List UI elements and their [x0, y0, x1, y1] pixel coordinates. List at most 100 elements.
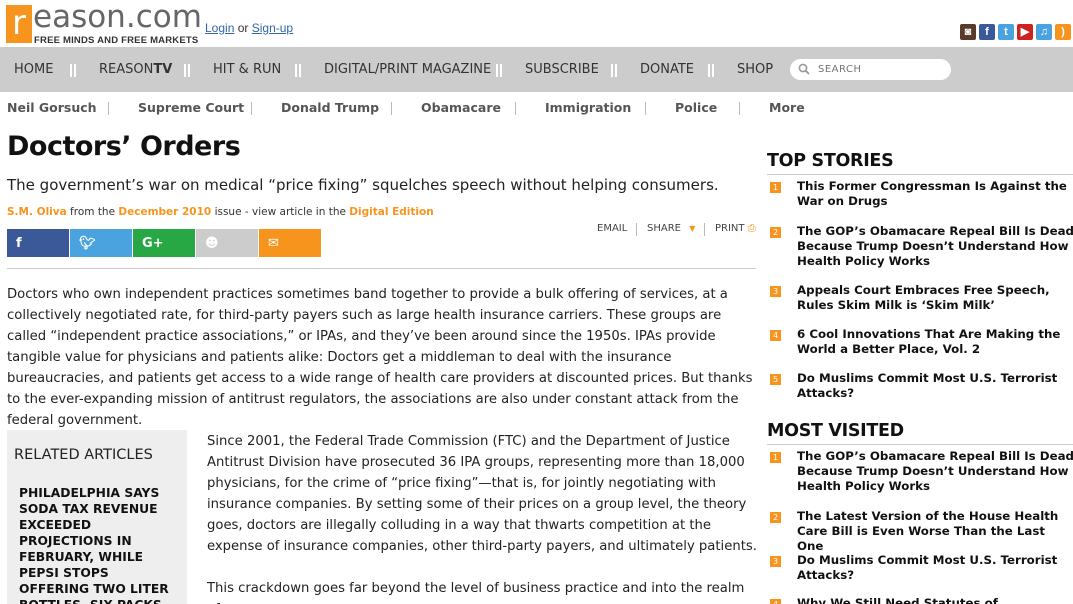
share-bar: f 🐦︎ G+ ☻ ✉ — [7, 229, 322, 257]
nav-magazine[interactable]: DIGITAL/PRINT MAGAZINE — [324, 47, 491, 92]
article-paragraph: Doctors who own independent practices so… — [7, 287, 753, 428]
share-tool[interactable]: SHARE ▼ — [647, 223, 695, 234]
nav-divider — [611, 64, 617, 77]
search-icon — [798, 63, 810, 75]
topic-link[interactable]: Supreme Court — [138, 100, 244, 115]
topic-divider — [251, 102, 252, 115]
logo-letter: r — [6, 5, 32, 43]
story-title[interactable]: The GOP’s Obamacare Repeal Bill Is Dead … — [797, 449, 1073, 494]
envelope-icon: ✉ — [268, 235, 279, 251]
topic-link[interactable]: Donald Trump — [281, 100, 379, 115]
sidebar-divider — [767, 444, 1073, 445]
story-title[interactable]: 6 Cool Innovations That Are Making the W… — [797, 327, 1073, 357]
topic-divider — [391, 102, 392, 115]
nav-divider — [295, 64, 301, 77]
byline: S.M. Oliva from the December 2010 issue … — [7, 206, 434, 218]
search-input[interactable] — [818, 62, 943, 77]
story-title[interactable]: Do Muslims Commit Most U.S. Terrorist At… — [797, 371, 1073, 401]
story-title[interactable]: Appeals Court Embraces Free Speech, Rule… — [797, 283, 1073, 313]
twitter-icon: 🐦︎ — [79, 235, 96, 251]
story-rank: 3 — [770, 286, 781, 297]
itunes-icon[interactable]: ♫ — [1036, 24, 1052, 40]
digital-edition-link[interactable]: Digital Edition — [349, 206, 433, 218]
article-paragraph: Since 2001, the Federal Trade Commission… — [207, 434, 757, 554]
story-title[interactable]: The Latest Version of the House Health C… — [797, 509, 1073, 554]
story-title[interactable]: Do Muslims Commit Most U.S. Terrorist At… — [797, 553, 1073, 583]
story-rank: 2 — [770, 512, 781, 523]
article-paragraph: This crackdown goes far beyond the level… — [207, 581, 745, 604]
author-link[interactable]: S.M. Oliva — [7, 206, 67, 218]
article-divider — [7, 268, 756, 269]
top-stories-heading: TOP STORIES — [767, 151, 894, 171]
article-dek: The government’s war on medical “price f… — [7, 176, 719, 194]
related-article-link[interactable]: Philadelphia Says Soda Tax Revenue Excee… — [19, 485, 181, 604]
signup-link[interactable]: Sign-up — [252, 21, 293, 35]
topic-link[interactable]: Neil Gorsuch — [7, 100, 97, 115]
printer-icon: ⎙ — [747, 223, 756, 234]
story-rank: 1 — [770, 452, 781, 463]
logo-word: eason.com — [33, 0, 202, 35]
nav-subscribe[interactable]: SUBSCRIBE — [525, 47, 599, 92]
nav-reason-label: REASON — [99, 62, 154, 77]
byline-issue-suffix: issue - view article in the — [214, 206, 346, 218]
nav-hit-and-run[interactable]: HIT & RUN — [213, 47, 281, 92]
reddit-share-button[interactable]: ☻ — [196, 229, 258, 257]
story-rank: 5 — [770, 374, 781, 385]
share-label: SHARE — [647, 223, 681, 234]
youtube-icon[interactable]: ▶ — [1017, 24, 1033, 40]
story-rank: 4 — [770, 599, 781, 604]
topic-divider — [108, 102, 109, 115]
email-share-button[interactable]: ✉ — [259, 229, 321, 257]
related-heading: RELATED ARTICLES — [14, 447, 153, 463]
caret-down-icon: ▼ — [684, 224, 696, 233]
byline-from: from the — [70, 206, 116, 218]
story-rank: 1 — [770, 182, 781, 193]
main-nav: HOME REASONTV HIT & RUN DIGITAL/PRINT MA… — [0, 47, 1073, 92]
story-rank: 4 — [770, 330, 781, 341]
story-rank: 3 — [770, 556, 781, 567]
sidebar-divider — [767, 174, 1073, 175]
instagram-icon[interactable]: ◙ — [960, 24, 976, 40]
site-header: r eason.com FREE MINDS AND FREE MARKETS … — [0, 0, 1073, 47]
nav-divider — [496, 64, 502, 77]
issue-link[interactable]: December 2010 — [118, 206, 211, 218]
related-articles: RELATED ARTICLES Philadelphia Says Soda … — [7, 430, 187, 604]
email-tool[interactable]: EMAIL — [597, 223, 627, 234]
twitter-icon[interactable]: t — [998, 24, 1014, 40]
site-logo[interactable]: r eason.com FREE MINDS AND FREE MARKETS — [6, 0, 202, 46]
nav-donate[interactable]: DONATE — [640, 47, 694, 92]
tools-divider — [636, 223, 637, 236]
story-title[interactable]: Why We Still Need Statutes of Limitation… — [797, 596, 1073, 604]
googleplus-share-button[interactable]: G+ — [133, 229, 195, 257]
story-title[interactable]: The GOP’s Obamacare Repeal Bill Is Dead … — [797, 224, 1073, 269]
auth-links: Login or Sign-up — [205, 21, 293, 35]
facebook-icon[interactable]: f — [979, 24, 995, 40]
topic-link[interactable]: Obamacare — [421, 100, 501, 115]
auth-or: or — [237, 21, 249, 35]
tools-divider — [704, 223, 705, 236]
facebook-share-button[interactable]: f — [7, 229, 69, 257]
nav-divider — [184, 64, 190, 77]
topic-more[interactable]: More — [769, 100, 805, 115]
rss-icon[interactable]: ) — [1055, 24, 1071, 40]
topic-divider — [739, 102, 740, 115]
social-links: ◙ f t ▶ ♫ ) — [960, 24, 1071, 40]
login-link[interactable]: Login — [205, 21, 234, 35]
story-title[interactable]: This Former Congressman Is Against the W… — [797, 179, 1073, 209]
google-plus-icon: G+ — [142, 235, 164, 251]
nav-shop[interactable]: SHOP — [737, 47, 773, 92]
nav-reasontv[interactable]: REASONTV — [99, 47, 172, 92]
topic-link[interactable]: Immigration — [545, 100, 631, 115]
topic-divider — [645, 102, 646, 115]
facebook-icon: f — [16, 235, 22, 251]
nav-home[interactable]: HOME — [14, 47, 53, 92]
twitter-share-button[interactable]: 🐦︎ — [70, 229, 132, 257]
nav-divider — [708, 64, 714, 77]
topic-nav: Neil Gorsuch Supreme Court Donald Trump … — [0, 92, 1073, 124]
search-box[interactable] — [790, 59, 951, 80]
article-title: Doctors’ Orders — [7, 131, 241, 162]
story-rank: 2 — [770, 227, 781, 238]
logo-tagline: FREE MINDS AND FREE MARKETS — [34, 35, 199, 46]
print-tool[interactable]: PRINT ⎙ — [715, 223, 756, 234]
topic-link[interactable]: Police — [675, 100, 717, 115]
